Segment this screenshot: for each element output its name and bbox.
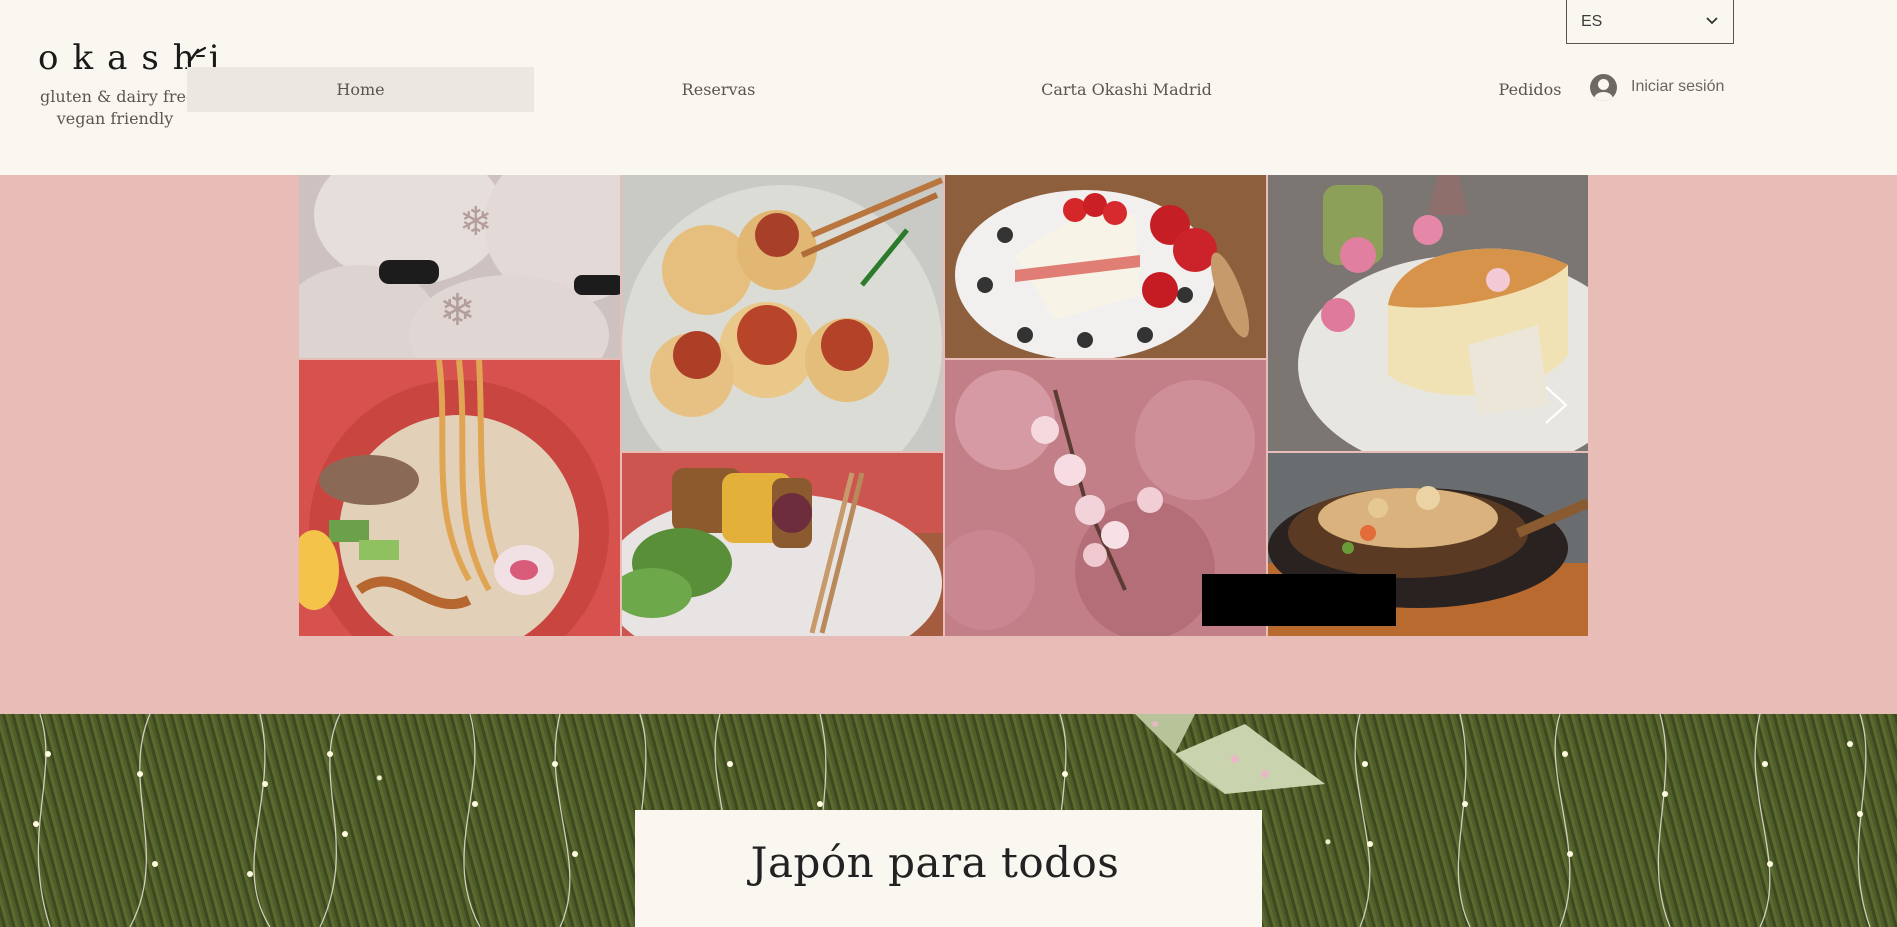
paper-lanterns-photo[interactable]: ❄ ❄ xyxy=(299,175,620,358)
tagline: gluten & dairy free vegan friendly xyxy=(40,86,190,130)
intro-card: Japón para todos xyxy=(635,810,1262,927)
chevron-down-icon xyxy=(1706,17,1718,25)
redacted-overlay xyxy=(1202,574,1396,626)
user-avatar-icon xyxy=(1590,73,1617,101)
strawberry-cake-photo[interactable] xyxy=(945,175,1266,358)
nav-reservas[interactable]: Reservas xyxy=(545,67,892,112)
tagline-line-1: gluten & dairy free xyxy=(40,87,190,106)
croquettes-salad-photo[interactable] xyxy=(622,453,943,636)
login-label: Iniciar sesión xyxy=(1631,78,1725,95)
nav-home[interactable]: Home xyxy=(187,67,534,112)
svg-text:❄: ❄ xyxy=(459,199,493,245)
nav-pedidos[interactable]: Pedidos xyxy=(1480,67,1580,112)
sprig-icon xyxy=(187,46,207,64)
ramen-photo[interactable] xyxy=(299,360,620,636)
nav-carta[interactable]: Carta Okashi Madrid xyxy=(960,67,1293,112)
site-header: okashi gluten & dairy free vegan friendl… xyxy=(0,0,1897,175)
language-selector[interactable]: ES xyxy=(1566,0,1734,44)
takoyaki-photo[interactable] xyxy=(622,175,943,451)
origami-crane-decoration xyxy=(1135,714,1325,794)
language-value: ES xyxy=(1581,12,1603,30)
login-button[interactable]: Iniciar sesión xyxy=(1590,72,1724,102)
svg-text:❄: ❄ xyxy=(439,285,476,336)
gallery-next-arrow-icon[interactable] xyxy=(1540,385,1570,425)
nav-home-label: Home xyxy=(336,80,385,99)
tagline-line-2: vegan friendly xyxy=(56,109,174,128)
nav-carta-label: Carta Okashi Madrid xyxy=(1041,80,1212,99)
nav-pedidos-label: Pedidos xyxy=(1498,80,1562,99)
section-title: Japón para todos xyxy=(750,838,1120,887)
nav-reservas-label: Reservas xyxy=(681,80,756,99)
